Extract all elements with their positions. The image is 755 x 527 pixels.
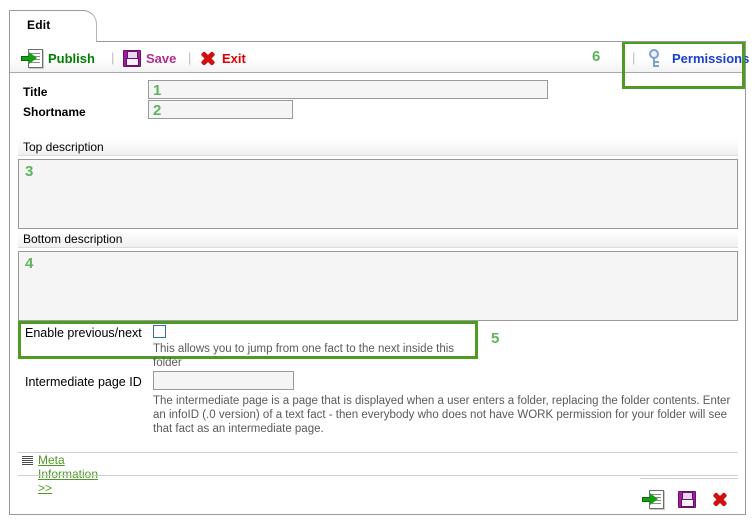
marker-2: 2 <box>153 102 161 119</box>
intermediate-page-id-label: Intermediate page ID <box>25 375 142 389</box>
intermediate-page-id-hint: The intermediate page is a page that is … <box>153 394 735 436</box>
intermediate-page-id-input[interactable] <box>153 371 294 390</box>
toolbar-separator-1: | <box>111 50 114 65</box>
bottom-toolbar-divider <box>640 478 738 479</box>
shortname-input[interactable]: 2 <box>148 100 293 119</box>
exit-button[interactable]: Exit <box>198 48 246 68</box>
tab-strip: Edit <box>9 10 746 43</box>
save-label: Save <box>146 51 176 66</box>
tab-edit-label: Edit <box>27 18 50 32</box>
tab-strip-underline <box>95 41 746 42</box>
marker-4: 4 <box>25 255 33 272</box>
bottom-description-label: Bottom description <box>18 231 738 248</box>
enable-prev-next-hint: This allows you to jump from one fact to… <box>153 342 473 370</box>
red-cross-icon <box>198 50 217 67</box>
publish-document-arrow-icon <box>21 49 43 67</box>
bottom-toolbar <box>10 478 745 514</box>
title-label: Title <box>23 85 47 99</box>
top-description-label: Top description <box>18 139 738 156</box>
marker-6: 6 <box>592 48 600 65</box>
exit-button-bottom[interactable] <box>710 491 729 511</box>
publish-label: Publish <box>48 51 95 66</box>
save-button-bottom[interactable] <box>678 491 696 511</box>
publish-button[interactable]: Publish <box>21 48 95 68</box>
top-description-textarea[interactable]: 3 <box>18 159 738 229</box>
divider-below-meta <box>18 475 738 476</box>
floppy-disk-icon <box>123 50 141 67</box>
tab-edit[interactable]: Edit <box>9 10 97 42</box>
publish-document-arrow-icon <box>642 490 664 508</box>
divider-above-meta <box>18 452 738 453</box>
red-cross-icon <box>710 491 729 508</box>
bottom-description-textarea[interactable]: 4 <box>18 251 738 321</box>
marker-1: 1 <box>153 82 161 99</box>
title-input[interactable]: 1 <box>148 80 548 99</box>
edit-panel: Publish | Save | Exit 6 | Permissions T <box>9 42 746 515</box>
enable-prev-next-checkbox[interactable] <box>153 325 166 338</box>
floppy-disk-icon <box>678 491 696 508</box>
enable-prev-next-label: Enable previous/next <box>25 326 142 340</box>
save-button[interactable]: Save <box>123 48 176 68</box>
lines-list-icon <box>22 456 33 466</box>
publish-button-bottom[interactable] <box>642 490 664 511</box>
marker-5: 5 <box>491 330 499 347</box>
toolbar-separator-2: | <box>188 50 191 65</box>
exit-label: Exit <box>222 51 246 66</box>
shortname-label: Shortname <box>23 105 86 119</box>
marker-3: 3 <box>25 163 33 180</box>
permissions-highlight-box <box>622 41 745 89</box>
